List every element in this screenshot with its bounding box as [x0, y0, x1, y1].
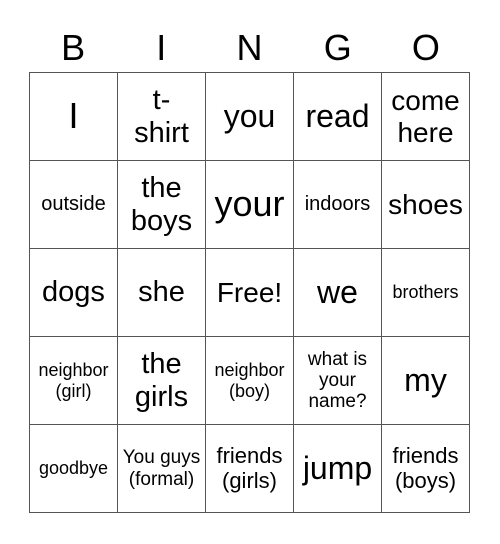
bingo-row: dogs she Free! we brothers [29, 248, 470, 337]
bingo-cell[interactable]: your [205, 160, 294, 249]
bingo-cell[interactable]: what is your name? [293, 336, 382, 425]
bingo-cell[interactable]: indoors [293, 160, 382, 249]
header-letter: G [323, 27, 352, 68]
bingo-cell[interactable]: jump [293, 424, 382, 513]
bingo-cell[interactable]: neighbor (girl) [29, 336, 118, 425]
bingo-cell[interactable]: outside [29, 160, 118, 249]
bingo-cell[interactable]: come here [381, 72, 470, 161]
bingo-cell[interactable]: dogs [29, 248, 118, 337]
header-letter: O [411, 27, 440, 68]
header-letter: N [236, 27, 263, 68]
bingo-cell[interactable]: the boys [117, 160, 206, 249]
bingo-row: I t-shirt you read come here [29, 72, 470, 161]
bingo-cell[interactable]: brothers [381, 248, 470, 337]
bingo-cell[interactable]: we [293, 248, 382, 337]
header-letter: I [156, 27, 167, 68]
bingo-row: neighbor (girl) the girls neighbor (boy)… [29, 336, 470, 425]
free-space[interactable]: Free! [205, 248, 294, 337]
bingo-row: goodbye You guys (formal) friends (girls… [29, 424, 470, 513]
bingo-cell[interactable]: my [381, 336, 470, 425]
bingo-cell[interactable]: she [117, 248, 206, 337]
bingo-cell[interactable]: friends (girls) [205, 424, 294, 513]
bingo-cell[interactable]: you [205, 72, 294, 161]
bingo-cell[interactable]: friends (boys) [381, 424, 470, 513]
bingo-cell[interactable]: read [293, 72, 382, 161]
bingo-row: outside the boys your indoors shoes [29, 160, 470, 249]
bingo-cell[interactable]: neighbor (boy) [205, 336, 294, 425]
header-letter: B [61, 27, 86, 68]
bingo-cell[interactable]: the girls [117, 336, 206, 425]
bingo-cell[interactable]: You guys (formal) [117, 424, 206, 513]
bingo-cell[interactable]: t-shirt [117, 72, 206, 161]
bingo-card: I t-shirt you read come here outside the… [29, 72, 470, 513]
bingo-cell[interactable]: goodbye [29, 424, 118, 513]
bingo-header: B I N G O [29, 24, 470, 72]
bingo-cell[interactable]: shoes [381, 160, 470, 249]
bingo-cell[interactable]: I [29, 72, 118, 161]
